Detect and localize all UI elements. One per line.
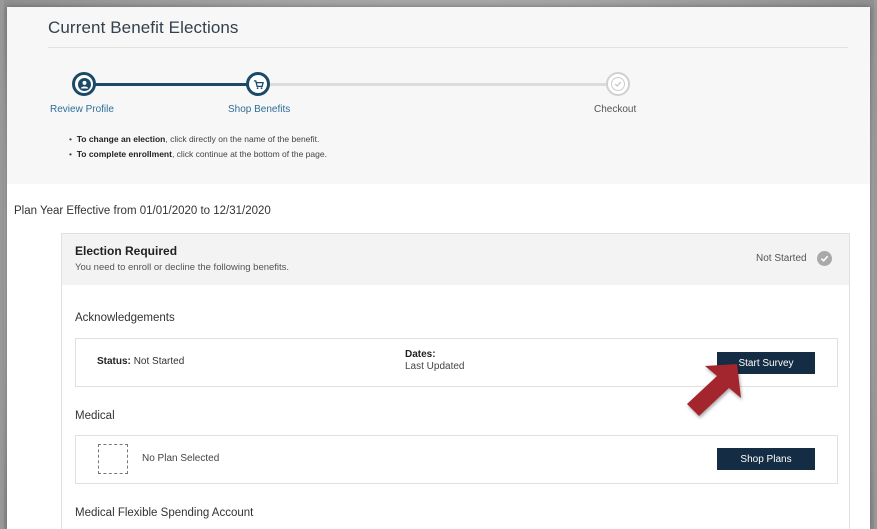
election-title: Election Required bbox=[75, 244, 178, 258]
no-plan-text: No Plan Selected bbox=[142, 453, 220, 464]
check-icon bbox=[611, 77, 625, 91]
step-label-shop-benefits[interactable]: Shop Benefits bbox=[228, 104, 290, 115]
step-label-review-profile[interactable]: Review Profile bbox=[50, 104, 114, 115]
instruction-item: • To change an election, click directly … bbox=[69, 134, 320, 144]
divider bbox=[48, 47, 848, 48]
election-subtitle: You need to enroll or decline the follow… bbox=[75, 262, 290, 273]
medical-row: No Plan Selected Shop Plans bbox=[75, 435, 838, 484]
shop-plans-button[interactable]: Shop Plans bbox=[717, 448, 815, 470]
benefits-page: Current Benefit Elections Review Profile… bbox=[7, 7, 870, 529]
step-review-profile[interactable] bbox=[72, 72, 96, 96]
step-label-checkout: Checkout bbox=[594, 104, 637, 115]
page-title: Current Benefit Elections bbox=[48, 18, 239, 37]
stepper-progress-remaining bbox=[258, 83, 618, 86]
instruction-item: • To complete enrollment, click continue… bbox=[69, 149, 327, 159]
pointer-arrow-icon bbox=[687, 364, 741, 416]
instructions-list: • To change an election, click directly … bbox=[69, 132, 327, 162]
cart-icon bbox=[251, 77, 265, 91]
dates-text: Dates: Last Updated bbox=[405, 349, 465, 372]
section-title-fsa: Medical Flexible Spending Account bbox=[75, 507, 254, 519]
plan-year-text: Plan Year Effective from 01/01/2020 to 1… bbox=[14, 205, 271, 217]
step-checkout[interactable] bbox=[606, 72, 630, 96]
status-text: Status: Not Started bbox=[97, 356, 185, 367]
election-status: Not Started bbox=[756, 253, 807, 264]
section-title-medical: Medical bbox=[75, 410, 115, 422]
stepper-progress-complete bbox=[83, 83, 258, 86]
header-area: Current Benefit Elections Review Profile… bbox=[7, 7, 870, 184]
user-icon bbox=[77, 77, 91, 91]
section-title-acknowledgements: Acknowledgements bbox=[75, 312, 175, 324]
step-shop-benefits[interactable] bbox=[246, 72, 270, 96]
election-card-header: Election Required You need to enroll or … bbox=[62, 234, 849, 285]
plan-image-placeholder bbox=[98, 444, 128, 474]
check-icon bbox=[817, 251, 832, 266]
